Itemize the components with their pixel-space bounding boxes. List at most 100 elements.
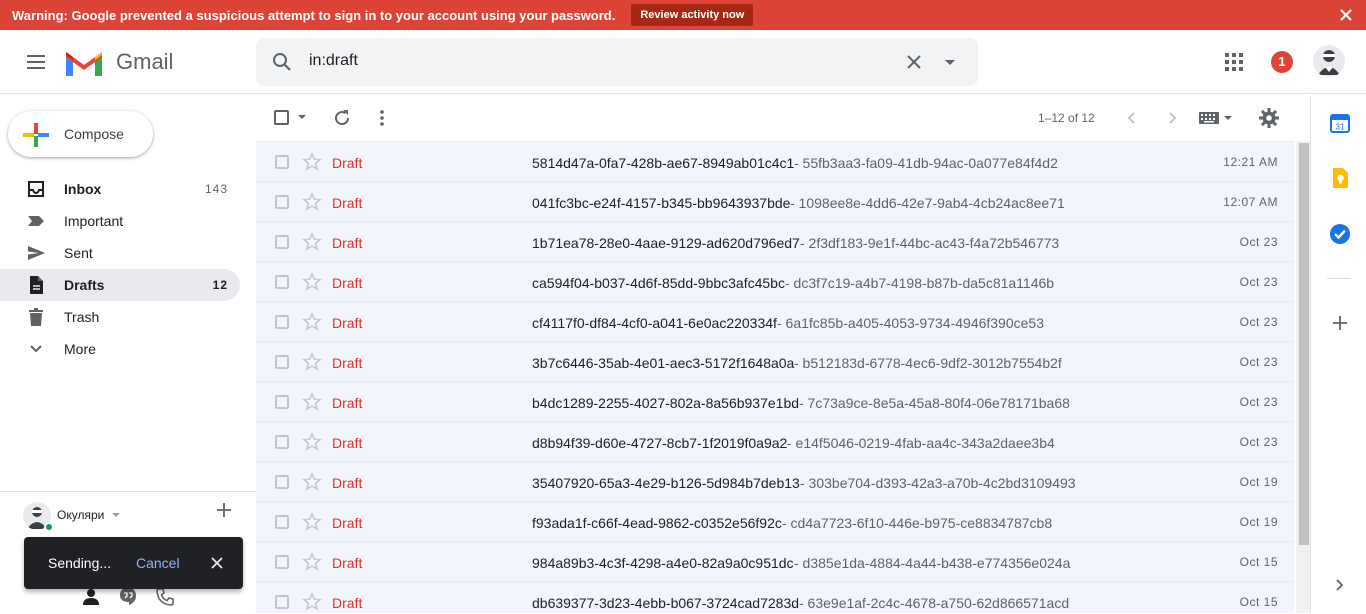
- email-row[interactable]: Draft 041fc3bc-e24f-4157-b345-bb9643937bd…: [256, 181, 1294, 221]
- add-contact-icon[interactable]: [214, 500, 234, 520]
- keyboard-icon[interactable]: [1198, 109, 1232, 127]
- row-checkbox[interactable]: [275, 435, 289, 449]
- main-menu-icon[interactable]: [20, 46, 52, 78]
- hangouts-user-name[interactable]: Окуляри: [57, 508, 104, 522]
- add-addon-icon[interactable]: [1329, 312, 1351, 334]
- notification-badge[interactable]: 1: [1271, 51, 1293, 73]
- row-checkbox[interactable]: [275, 475, 289, 489]
- star-icon[interactable]: [302, 592, 322, 612]
- star-icon[interactable]: [302, 512, 322, 532]
- select-all-checkbox[interactable]: [274, 110, 289, 125]
- keep-notes-icon[interactable]: [1329, 167, 1351, 189]
- sidebar-item-trash[interactable]: Trash: [0, 301, 240, 333]
- compose-button[interactable]: Compose: [8, 111, 153, 157]
- star-icon[interactable]: [302, 392, 322, 412]
- email-snippet: - 55fb3aa3-fa09-41db-94ac-0a077e84f4d2: [794, 155, 1058, 171]
- chevron-right-icon[interactable]: [1329, 574, 1351, 596]
- important-icon: [28, 216, 44, 226]
- email-row[interactable]: Draft b4dc1289-2255-4027-802a-8a56b937e1b…: [256, 381, 1294, 421]
- chat-bubble-icon[interactable]: [118, 587, 138, 607]
- search-options-icon[interactable]: [938, 50, 962, 74]
- email-snippet: - d385e1da-4884-4a44-b438-e774356e024a: [794, 555, 1071, 571]
- sidebar-item-more[interactable]: More: [0, 333, 240, 365]
- apps-grid-icon[interactable]: [1222, 50, 1246, 74]
- sidebar-item-sent[interactable]: Sent: [0, 237, 240, 269]
- search-input[interactable]: in:draft: [309, 52, 358, 70]
- email-date: Oct 15: [1239, 595, 1278, 609]
- snackbar-message: Sending...: [48, 555, 112, 571]
- star-icon[interactable]: [302, 152, 322, 172]
- email-snippet: - 1098ee8e-4dd6-42e7-9ab4-4cb24ac8ee71: [790, 195, 1065, 211]
- gmail-logo-text[interactable]: Gmail: [116, 49, 173, 75]
- star-icon[interactable]: [302, 232, 322, 252]
- email-snippet: - 2f3df183-9e1f-44bc-ac43-f4a72b546773: [800, 235, 1060, 251]
- close-icon[interactable]: [1338, 7, 1354, 23]
- send-icon: [28, 246, 45, 260]
- star-icon[interactable]: [302, 432, 322, 452]
- sending-snackbar: Sending... Cancel: [24, 537, 243, 589]
- left-sidebar: Compose Inbox 143 Important Sent Drafts …: [0, 95, 256, 613]
- chevron-left-icon[interactable]: [1122, 108, 1142, 128]
- email-row[interactable]: Draft cf4117f0-df84-4cf0-a041-6e0ac220334…: [256, 301, 1294, 341]
- row-checkbox[interactable]: [275, 195, 289, 209]
- sidebar-item-drafts[interactable]: Drafts 12: [0, 269, 240, 301]
- sidebar-item-inbox[interactable]: Inbox 143: [0, 173, 240, 205]
- email-row[interactable]: Draft 35407920-65a3-4e29-b126-5d984b7deb1…: [256, 461, 1294, 501]
- star-icon[interactable]: [302, 192, 322, 212]
- phone-icon[interactable]: [155, 587, 175, 607]
- search-icon[interactable]: [270, 50, 294, 74]
- email-date: Oct 19: [1239, 475, 1278, 489]
- star-icon[interactable]: [302, 272, 322, 292]
- email-snippet: - b512183d-6778-4ec6-9df2-3012b7554b2f: [794, 355, 1062, 371]
- close-icon[interactable]: [209, 555, 225, 571]
- email-date: Oct 23: [1239, 355, 1278, 369]
- draft-label: Draft: [332, 395, 363, 411]
- star-icon[interactable]: [302, 352, 322, 372]
- tasks-icon[interactable]: [1329, 223, 1351, 245]
- email-row[interactable]: Draft 5814d47a-0fa7-428b-ae67-8949ab01c4c…: [256, 141, 1294, 181]
- user-menu-caret-icon[interactable]: [112, 513, 120, 517]
- calendar-icon[interactable]: 31: [1329, 112, 1351, 134]
- account-avatar[interactable]: [1313, 45, 1345, 77]
- row-checkbox[interactable]: [275, 315, 289, 329]
- email-row[interactable]: Draft ca594f04-b037-4d6f-85dd-9bbc3afc45b…: [256, 261, 1294, 301]
- more-vert-icon[interactable]: [372, 108, 392, 128]
- chevron-right-icon[interactable]: [1162, 108, 1182, 128]
- cancel-send-button[interactable]: Cancel: [136, 555, 180, 571]
- search-bar[interactable]: in:draft: [256, 38, 978, 86]
- row-checkbox[interactable]: [275, 515, 289, 529]
- row-checkbox[interactable]: [275, 235, 289, 249]
- sidebar-item-important[interactable]: Important: [0, 205, 240, 237]
- refresh-icon[interactable]: [332, 108, 352, 128]
- review-activity-button[interactable]: Review activity now: [631, 4, 754, 26]
- email-row[interactable]: Draft 3b7c6446-35ab-4e01-aec3-5172f1648a0…: [256, 341, 1294, 381]
- email-row[interactable]: Draft 984a89b3-4c3f-4298-a4e0-82a9a0c951d…: [256, 541, 1294, 581]
- star-icon[interactable]: [302, 472, 322, 492]
- email-date: Oct 23: [1239, 315, 1278, 329]
- row-checkbox[interactable]: [275, 355, 289, 369]
- clear-search-icon[interactable]: [902, 50, 926, 74]
- side-panel: 31: [1310, 95, 1366, 613]
- row-checkbox[interactable]: [275, 595, 289, 609]
- settings-gear-icon[interactable]: [1258, 107, 1280, 129]
- select-options-caret-icon[interactable]: [298, 115, 306, 119]
- contacts-person-icon[interactable]: [81, 587, 101, 607]
- row-checkbox[interactable]: [275, 555, 289, 569]
- email-date: Oct 15: [1239, 555, 1278, 569]
- draft-label: Draft: [332, 515, 363, 531]
- email-row[interactable]: Draft db639377-3d23-4ebb-b067-3724cad7283…: [256, 581, 1294, 613]
- email-subject: cf4117f0-df84-4cf0-a041-6e0ac220334f: [532, 315, 777, 331]
- gmail-logo-icon[interactable]: [64, 48, 104, 78]
- scrollbar-thumb[interactable]: [1299, 143, 1309, 545]
- email-row[interactable]: Draft f93ada1f-c66f-4ead-9862-c0352e56f92…: [256, 501, 1294, 541]
- draft-label: Draft: [332, 435, 363, 451]
- email-row[interactable]: Draft d8b94f39-d60e-4727-8cb7-1f2019f0a9a…: [256, 421, 1294, 461]
- email-row[interactable]: Draft 1b71ea78-28e0-4aae-9129-ad620d796ed…: [256, 221, 1294, 261]
- row-checkbox[interactable]: [275, 395, 289, 409]
- row-checkbox[interactable]: [275, 275, 289, 289]
- email-subject: 041fc3bc-e24f-4157-b345-bb9643937bde: [532, 195, 791, 211]
- row-checkbox[interactable]: [275, 155, 289, 169]
- star-icon[interactable]: [302, 312, 322, 332]
- star-icon[interactable]: [302, 552, 322, 572]
- compose-plus-icon: [23, 123, 49, 147]
